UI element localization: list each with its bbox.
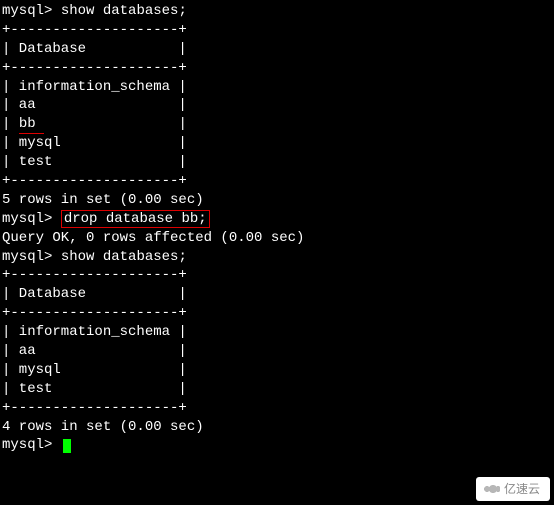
terminal-line: +--------------------+ <box>2 59 552 78</box>
command-text: show databases; <box>61 3 187 19</box>
terminal-line: | mysql | <box>2 361 552 380</box>
terminal-line: +--------------------+ <box>2 304 552 323</box>
terminal-line: mysql> <box>2 436 552 455</box>
terminal-line: +--------------------+ <box>2 399 552 418</box>
terminal-line: 4 rows in set (0.00 sec) <box>2 418 552 437</box>
highlighted-db: bb <box>19 116 44 134</box>
terminal-line: 5 rows in set (0.00 sec) <box>2 191 552 210</box>
terminal-line: | mysql | <box>2 134 552 153</box>
highlighted-command: drop database bb; <box>61 210 210 228</box>
terminal-line: | test | <box>2 380 552 399</box>
terminal-line: mysql> show databases; <box>2 2 552 21</box>
mysql-prompt: mysql> <box>2 249 52 265</box>
terminal-line: | information_schema | <box>2 323 552 342</box>
terminal-line: | Database | <box>2 40 552 59</box>
terminal-line: | bb | <box>2 115 552 134</box>
watermark-text: 亿速云 <box>504 482 540 496</box>
terminal-line: | aa | <box>2 342 552 361</box>
text-cursor[interactable] <box>63 439 71 453</box>
terminal-line: mysql> show databases; <box>2 248 552 267</box>
terminal-line: | aa | <box>2 96 552 115</box>
watermark-logo: 亿速云 <box>476 477 550 501</box>
terminal-line: | test | <box>2 153 552 172</box>
mysql-prompt: mysql> <box>2 437 52 453</box>
terminal-line: +--------------------+ <box>2 266 552 285</box>
mysql-prompt: mysql> <box>2 3 52 19</box>
terminal-line: | Database | <box>2 285 552 304</box>
terminal-line: +--------------------+ <box>2 172 552 191</box>
terminal-line: +--------------------+ <box>2 21 552 40</box>
terminal-line: | information_schema | <box>2 78 552 97</box>
command-text: show databases; <box>61 249 187 265</box>
terminal-line: mysql> drop database bb; <box>2 210 552 229</box>
row-pipe: | <box>2 116 10 132</box>
terminal-line: Query OK, 0 rows affected (0.00 sec) <box>2 229 552 248</box>
mysql-prompt: mysql> <box>2 211 52 227</box>
